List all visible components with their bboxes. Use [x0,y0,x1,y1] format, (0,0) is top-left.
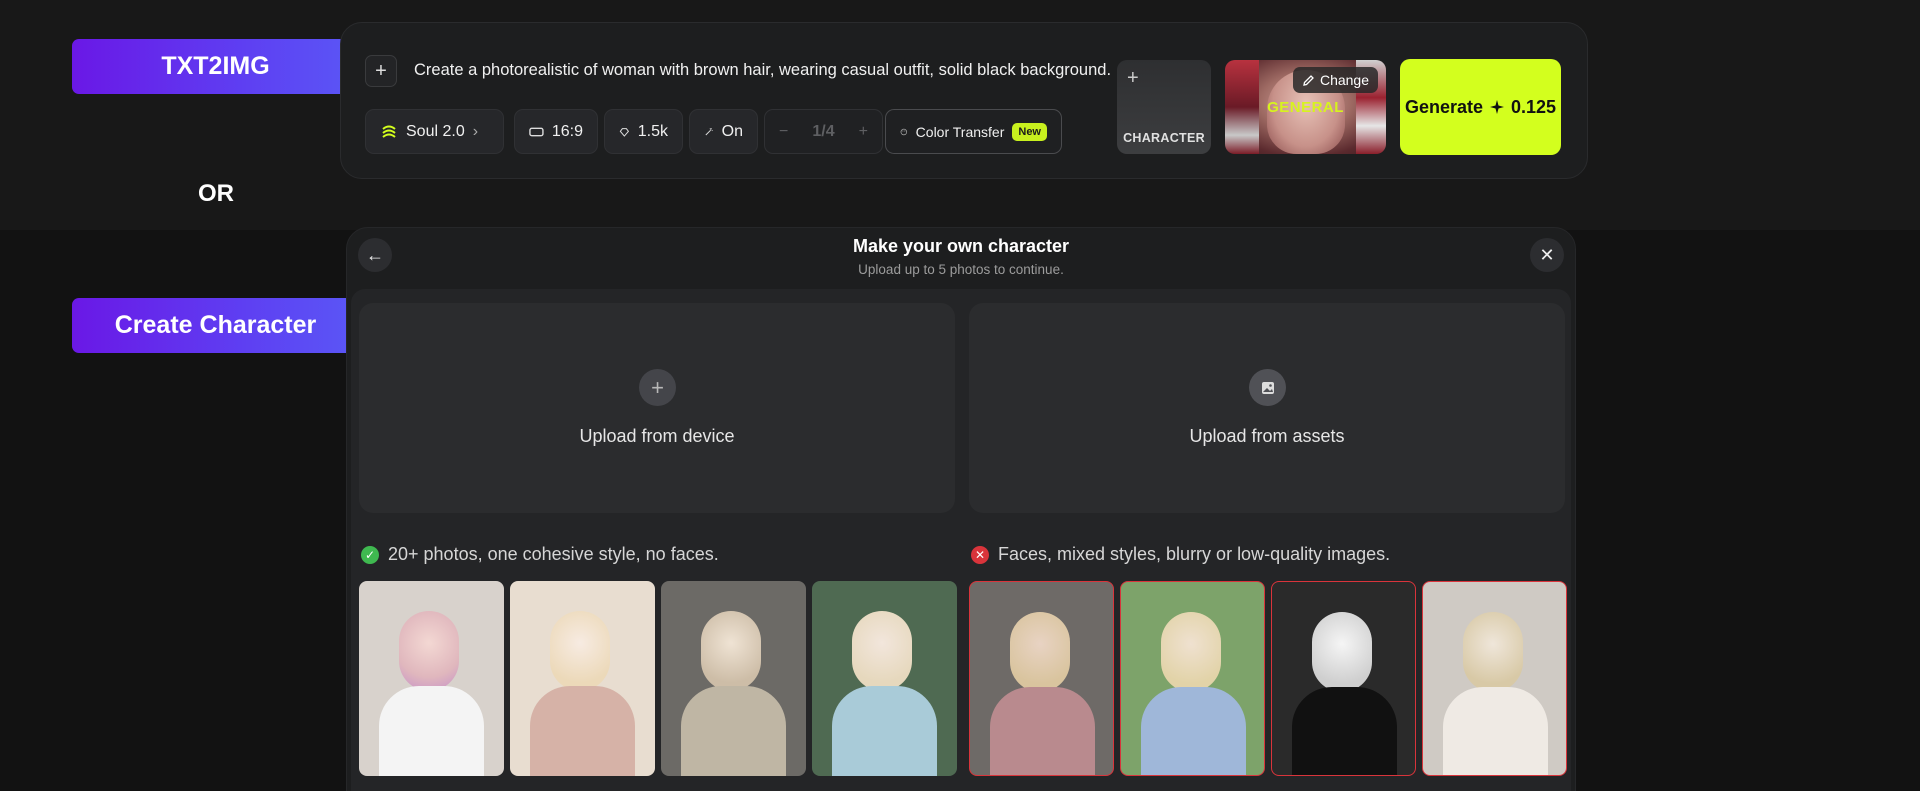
generate-cost: 0.125 [1511,96,1557,117]
character-label: CHARACTER [1123,131,1205,145]
add-attachment-button[interactable]: + [365,55,397,87]
plus-icon: + [1127,67,1139,89]
close-icon: ✕ [1539,244,1555,265]
batch-stepper[interactable]: − 1/4 + [764,109,883,154]
good-example-image [359,581,504,776]
generate-label: Generate [1404,96,1483,117]
minus-icon[interactable]: − [779,123,788,141]
color-transfer-label: Color Transfer [915,123,1005,140]
new-badge: New [1012,122,1047,141]
prompt-bar: + Create a photorealistic of woman with … [340,22,1588,179]
magic-wand-icon [705,127,713,135]
plus-icon: + [375,59,387,82]
enhance-toggle[interactable]: On [689,109,758,154]
create-character-panel: ← Make your own character Upload up to 5… [346,227,1576,791]
style-preset-card[interactable]: GENERAL Change [1225,60,1386,154]
txt2img-label: TXT2IMG [72,39,359,94]
model-label: Soul 2.0 [406,122,465,140]
good-example-image [661,581,806,776]
aspect-ratio-label: 16:9 [551,122,583,140]
palette-icon [900,128,908,135]
sparkle-icon [1490,100,1504,114]
bad-example-rule: ✕ Faces, mixed styles, blurry or low-qua… [971,544,1390,565]
likes-count: 1.5k [637,122,668,140]
likes-button[interactable]: 1.5k [604,109,683,154]
enhance-label: On [721,122,743,140]
upload-device-label: Upload from device [579,426,735,446]
or-label: OR [198,180,234,207]
good-example-rule: ✓ 20+ photos, one cohesive style, no fac… [361,544,719,565]
bad-example-image [1422,581,1567,776]
model-selector[interactable]: Soul 2.0 › [365,109,504,154]
upload-assets-label: Upload from assets [1189,426,1345,446]
check-icon: ✓ [361,545,379,564]
aspect-ratio-selector[interactable]: 16:9 [514,109,598,154]
batch-count: 1/4 [812,122,835,140]
soul-model-icon [382,125,396,138]
pencil-icon [1303,74,1314,86]
change-label: Change [1319,72,1369,88]
upload-area: + Upload from device Upload from assets … [351,289,1571,791]
panel-title: Make your own character [852,236,1070,256]
general-label: GENERAL [1267,99,1344,116]
upload-from-device[interactable]: + Upload from device [359,303,955,513]
upload-from-assets[interactable]: Upload from assets [969,303,1565,513]
chevron-right-icon: › [472,122,479,140]
bad-example-image [969,581,1114,776]
bad-example-image [1271,581,1416,776]
change-preset-button[interactable]: Change [1292,67,1378,93]
character-slot[interactable]: + CHARACTER [1117,60,1211,154]
generate-button[interactable]: Generate 0.125 [1400,59,1561,155]
image-icon [1249,369,1286,406]
good-rule-text: 20+ photos, one cohesive style, no faces… [388,544,719,564]
good-example-image [812,581,957,776]
panel-subtitle: Upload up to 5 photos to continue. [858,262,1064,277]
prompt-input[interactable]: Create a photorealistic of woman with br… [414,61,1111,80]
heart-diamond-icon [619,127,630,137]
color-transfer-button[interactable]: Color Transfer New [885,109,1062,154]
plus-icon[interactable]: + [859,123,868,141]
create-character-label: Create Character [72,298,359,353]
bad-example-image [1120,581,1265,776]
aspect-ratio-icon [529,127,544,136]
good-example-image [510,581,655,776]
plus-icon: + [639,369,676,406]
close-button[interactable]: ✕ [1530,238,1564,272]
x-icon: ✕ [971,545,989,564]
bad-rule-text: Faces, mixed styles, blurry or low-quali… [998,544,1391,564]
